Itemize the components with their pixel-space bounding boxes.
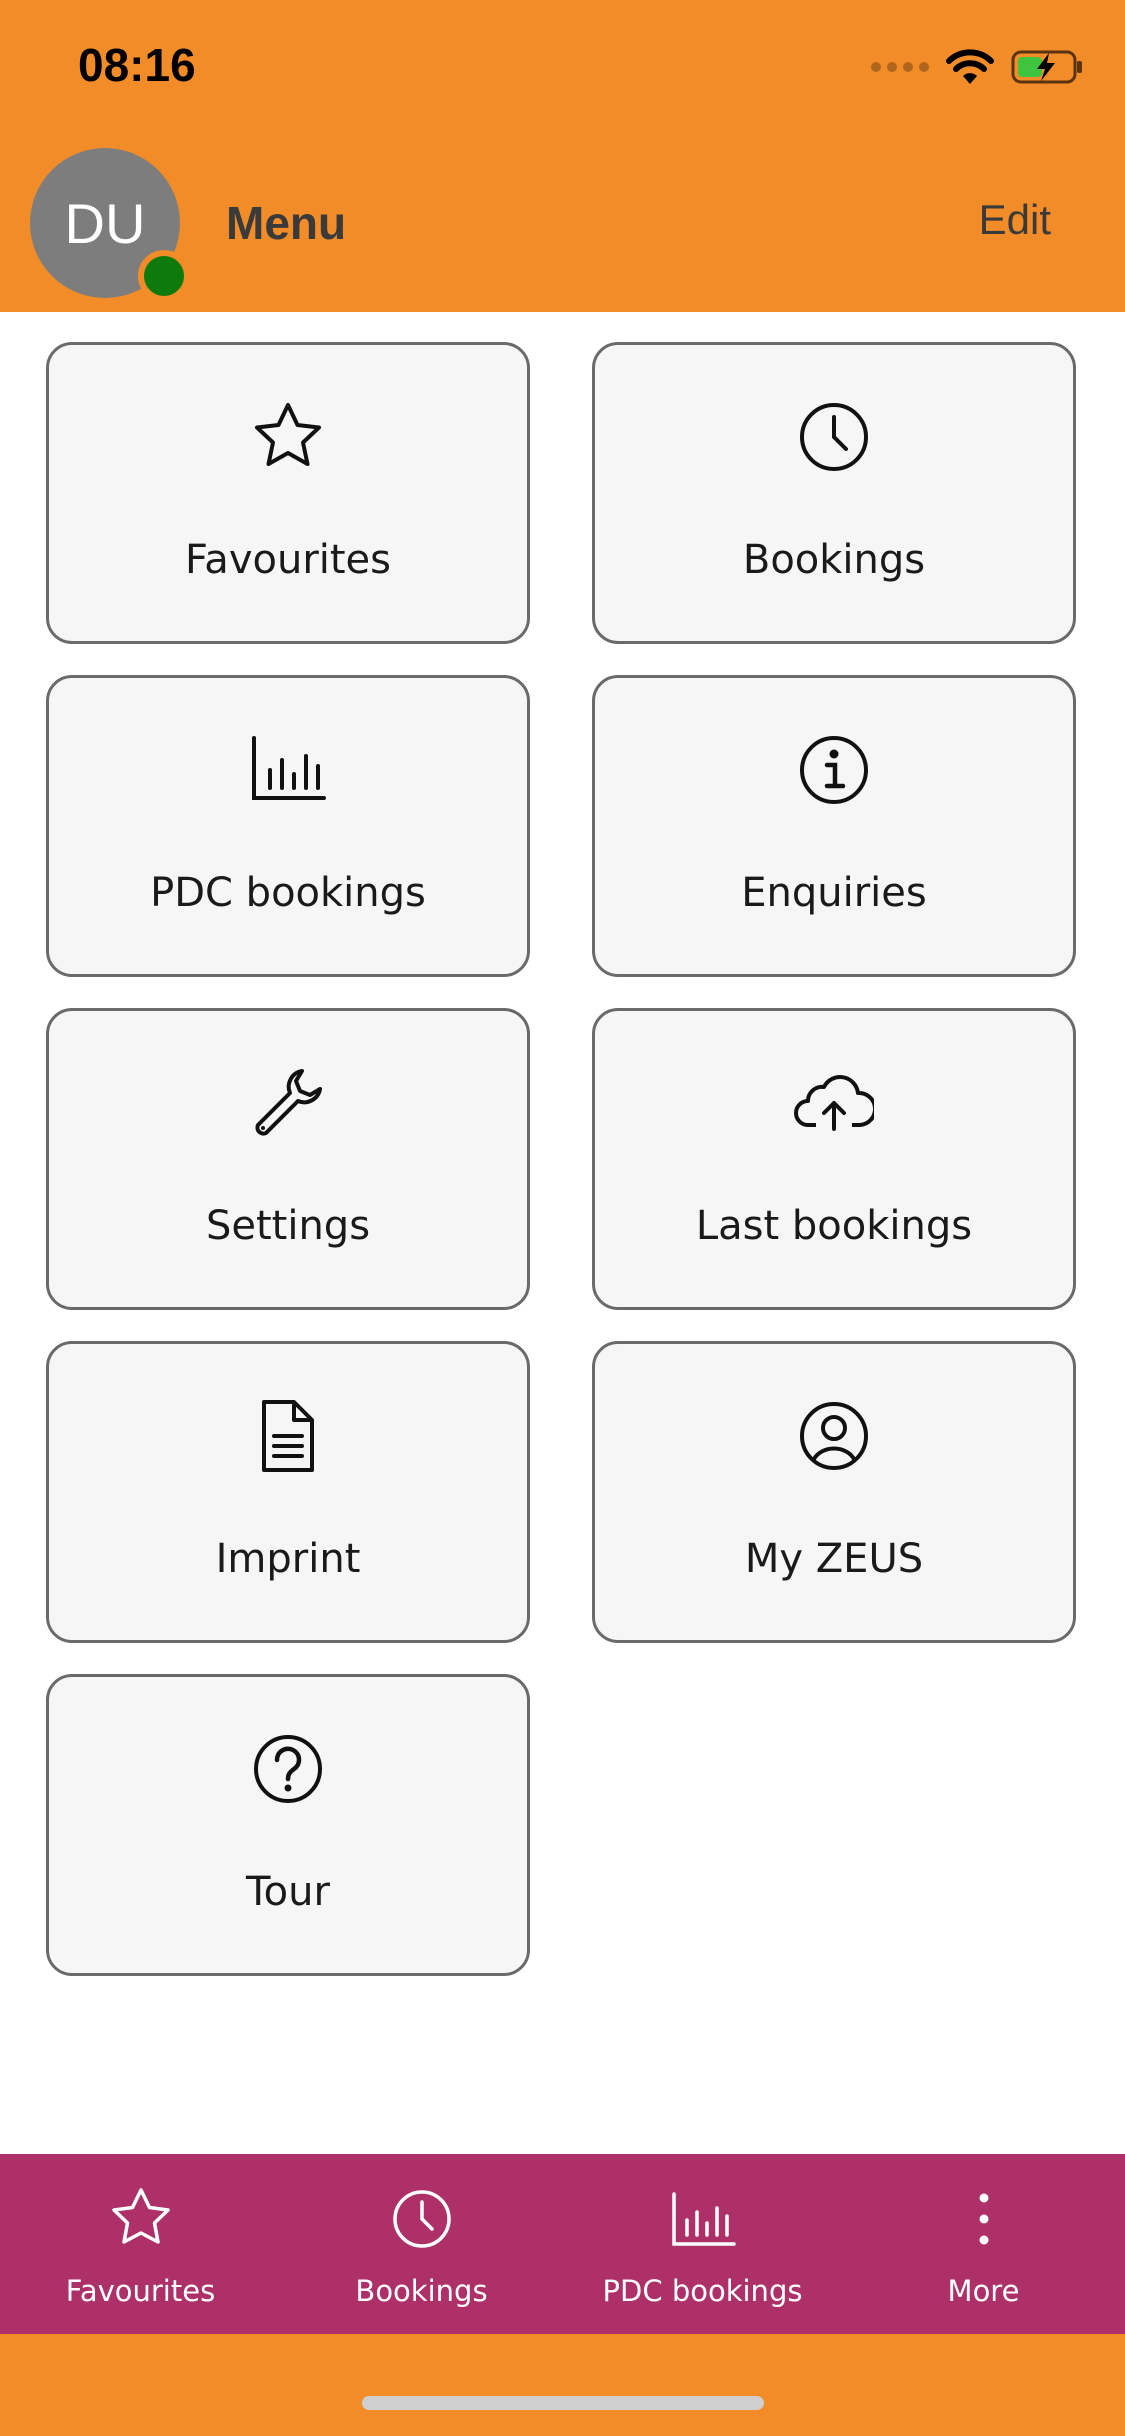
- star-icon: [111, 2188, 170, 2244]
- tab-more[interactable]: More: [843, 2154, 1124, 2334]
- tile-tour[interactable]: Tour: [46, 1674, 530, 1976]
- wifi-icon: [946, 49, 994, 84]
- document-icon: [262, 1400, 314, 1472]
- safe-area-bar: [0, 2334, 1125, 2436]
- tile-label: Favourites: [184, 537, 392, 583]
- star-icon: [255, 403, 321, 466]
- tab-bookings[interactable]: Bookings: [281, 2154, 562, 2334]
- status-time: 08:16: [78, 39, 196, 91]
- tile-label: My ZEUS: [744, 1536, 924, 1582]
- home-indicator[interactable]: [362, 2396, 764, 2410]
- info-icon: [800, 736, 868, 804]
- tile-pdc-bookings[interactable]: PDC bookings: [46, 675, 530, 977]
- header: 08:16 DU Menu Edit: [0, 0, 1125, 312]
- tab-label: Favourites: [65, 2274, 216, 2308]
- tile-bookings[interactable]: Bookings: [592, 342, 1076, 644]
- tile-enquiries[interactable]: Enquiries: [592, 675, 1076, 977]
- presence-indicator: [138, 250, 190, 302]
- clock-icon: [800, 403, 868, 471]
- more-vertical-icon: [979, 2193, 988, 2245]
- tile-label: Settings: [205, 1203, 371, 1249]
- cellular-signal-icon: [871, 62, 929, 72]
- wrench-icon: [255, 1069, 322, 1136]
- tab-favourites[interactable]: Favourites: [0, 2154, 281, 2334]
- cloud-upload-icon: [794, 1075, 874, 1131]
- user-circle-icon: [800, 1402, 868, 1470]
- tile-settings[interactable]: Settings: [46, 1008, 530, 1310]
- tile-last-bookings[interactable]: Last bookings: [592, 1008, 1076, 1310]
- tile-label: Tour: [246, 1869, 330, 1915]
- tab-bar: Favourites Bookings PDC bookings More: [0, 2154, 1125, 2334]
- help-icon: [254, 1735, 322, 1803]
- tile-label: Imprint: [215, 1536, 361, 1582]
- page-title: Menu: [226, 197, 347, 249]
- tab-pdc-bookings[interactable]: PDC bookings: [562, 2154, 843, 2334]
- tile-favourites[interactable]: Favourites: [46, 342, 530, 644]
- tile-label: Enquiries: [741, 870, 927, 916]
- tab-label: Bookings: [355, 2274, 488, 2308]
- tile-label: Bookings: [742, 537, 926, 583]
- edit-button[interactable]: Edit: [979, 196, 1051, 244]
- tile-label: PDC bookings: [150, 870, 426, 916]
- tab-label: PDC bookings: [602, 2274, 803, 2308]
- status-icons: [871, 48, 1085, 86]
- tile-my-zeus[interactable]: My ZEUS: [592, 1341, 1076, 1643]
- tile-imprint[interactable]: Imprint: [46, 1341, 530, 1643]
- battery-charging-icon: [1011, 50, 1082, 84]
- tab-label: More: [947, 2274, 1020, 2308]
- bar-chart-icon: [671, 2192, 736, 2246]
- clock-icon: [392, 2190, 451, 2248]
- bar-chart-icon: [252, 736, 326, 800]
- tile-label: Last bookings: [695, 1203, 973, 1249]
